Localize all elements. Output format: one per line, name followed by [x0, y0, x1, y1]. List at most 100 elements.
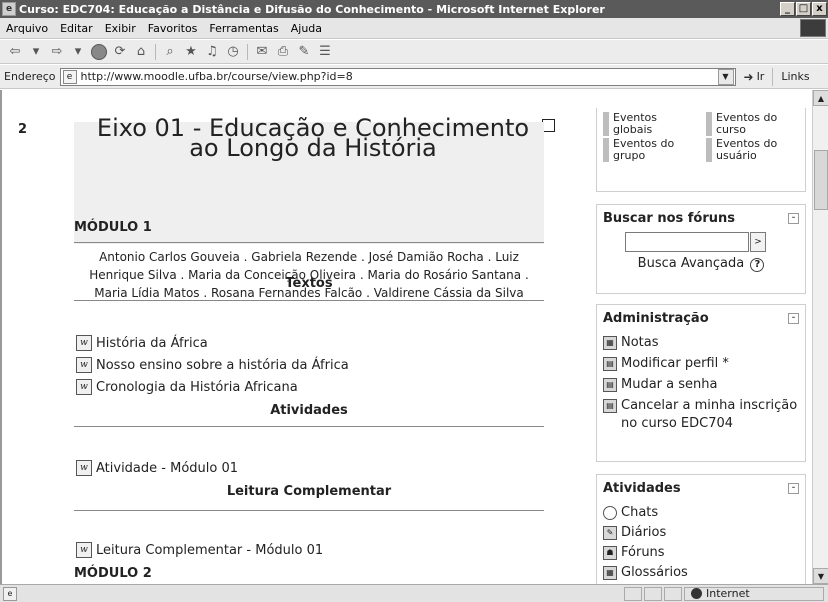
- list-item[interactable]: w Nosso ensino sobre a história da Áfric…: [76, 357, 349, 373]
- print-icon[interactable]: ⎙: [274, 43, 292, 61]
- address-dropdown-icon[interactable]: ▼: [717, 68, 734, 85]
- divider: [74, 426, 544, 427]
- search-icon[interactable]: ⌕: [161, 43, 179, 61]
- collapse-toggle-icon[interactable]: -: [788, 483, 799, 494]
- menu-ajuda[interactable]: Ajuda: [285, 22, 328, 35]
- activity-link-chats[interactable]: Chats: [621, 504, 658, 522]
- dropdown-arrow-icon[interactable]: ▾: [69, 43, 87, 61]
- scroll-up-icon[interactable]: ▲: [813, 90, 828, 106]
- admin-link-unenrol[interactable]: Cancelar a minha inscrição no curso EDC7…: [621, 397, 799, 433]
- security-zone: Internet: [684, 586, 824, 601]
- stop-icon[interactable]: [90, 43, 108, 61]
- block-title: Buscar nos fóruns: [603, 211, 736, 226]
- resource-link[interactable]: História da África: [96, 336, 208, 351]
- discuss-icon[interactable]: ☰: [316, 43, 334, 61]
- media-icon[interactable]: ♫: [203, 43, 221, 61]
- activity-link-foruns[interactable]: Fóruns: [621, 544, 665, 562]
- forum-search-block: Buscar nos fóruns - > Busca Avançada ?: [596, 204, 806, 294]
- globe-icon: [691, 588, 702, 599]
- collapse-toggle-icon[interactable]: -: [788, 313, 799, 324]
- resource-link[interactable]: Cronologia da História Africana: [96, 380, 298, 395]
- section-authors: Antonio Carlos Gouveia . Gabriela Rezend…: [89, 250, 529, 300]
- module-2-title: MÓDULO 2: [74, 566, 152, 581]
- atividades-heading: Atividades: [270, 403, 348, 418]
- history-icon[interactable]: ◷: [224, 43, 242, 61]
- resource-link[interactable]: Leitura Complementar - Módulo 01: [96, 543, 323, 558]
- mail-icon[interactable]: ✉: [253, 43, 271, 61]
- edit-icon[interactable]: ✎: [295, 43, 313, 61]
- list-item[interactable]: w Atividade - Módulo 01: [76, 460, 238, 476]
- address-url[interactable]: http://www.moodle.ufba.br/course/view.ph…: [81, 70, 718, 83]
- close-button[interactable]: x: [812, 2, 827, 16]
- menu-favoritos[interactable]: Favoritos: [142, 22, 204, 35]
- list-item[interactable]: ▦ Notas: [603, 334, 799, 352]
- status-cell: [644, 586, 662, 601]
- activity-link-diarios[interactable]: Diários: [621, 524, 666, 542]
- forward-icon[interactable]: ⇨: [48, 43, 66, 61]
- list-item[interactable]: ▤ Cancelar a minha inscrição no curso ED…: [603, 397, 799, 433]
- password-icon: ▤: [603, 378, 617, 392]
- word-document-icon: w: [76, 335, 92, 351]
- list-item[interactable]: ▤ Mudar a senha: [603, 376, 799, 394]
- dropdown-arrow-icon[interactable]: ▾: [27, 43, 45, 61]
- address-bar: Endereço e http://www.moodle.ufba.br/cou…: [0, 65, 828, 89]
- favorites-icon[interactable]: ★: [182, 43, 200, 61]
- page-icon: e: [62, 69, 77, 84]
- vertical-scrollbar[interactable]: ▲ ▼: [812, 90, 828, 584]
- divider: [74, 300, 544, 301]
- menu-ferramentas[interactable]: Ferramentas: [203, 22, 284, 35]
- section-heading: Eixo 01 - Educação e Conhecimento ao Lon…: [96, 114, 530, 162]
- list-item[interactable]: w Leitura Complementar - Módulo 01: [76, 542, 323, 558]
- advanced-search-link[interactable]: Busca Avançada: [638, 256, 745, 271]
- home-icon[interactable]: ⌂: [132, 43, 150, 61]
- admin-link-password[interactable]: Mudar a senha: [621, 376, 717, 394]
- glossary-icon: ▦: [603, 566, 617, 580]
- event-group-legend[interactable]: Eventos do grupo: [603, 138, 696, 162]
- list-item[interactable]: ▤ Modificar perfil *: [603, 355, 799, 373]
- event-user-legend[interactable]: Eventos do usuário: [706, 138, 799, 162]
- collapse-toggle-icon[interactable]: -: [788, 213, 799, 224]
- event-global-legend[interactable]: Eventos globais: [603, 112, 696, 136]
- maximize-button[interactable]: □: [796, 2, 811, 16]
- administration-block: Administração - ▦ Notas ▤ Modificar perf…: [596, 304, 806, 462]
- menu-arquivo[interactable]: Arquivo: [0, 22, 54, 35]
- journal-icon: ✎: [603, 526, 617, 540]
- admin-link-profile[interactable]: Modificar perfil *: [621, 355, 729, 373]
- activity-link-glossarios[interactable]: Glossários: [621, 564, 688, 582]
- resource-link[interactable]: Nosso ensino sobre a história da África: [96, 358, 349, 373]
- module-1-title: MÓDULO 1: [74, 220, 152, 235]
- list-item[interactable]: w História da África: [76, 335, 208, 351]
- block-title: Atividades: [603, 481, 681, 496]
- resource-link[interactable]: Atividade - Módulo 01: [96, 461, 238, 476]
- list-item[interactable]: w Cronologia da História Africana: [76, 379, 298, 395]
- forum-search-input[interactable]: [625, 232, 749, 252]
- address-field[interactable]: e http://www.moodle.ufba.br/course/view.…: [59, 67, 736, 86]
- refresh-icon[interactable]: ⟳: [111, 43, 129, 61]
- profile-icon: ▤: [603, 357, 617, 371]
- window-title: Curso: EDC704: Educação a Distância e Di…: [19, 2, 605, 16]
- zone-label: Internet: [706, 587, 750, 600]
- leitura-heading: Leitura Complementar: [226, 484, 392, 499]
- activities-block: Atividades - Chats ✎ Diários ☗ Fóruns ▦ …: [596, 474, 806, 584]
- list-item[interactable]: Chats: [603, 504, 799, 522]
- toolbar: ⇦ ▾ ⇨ ▾ ⟳ ⌂ ⌕ ★ ♫ ◷ ✉ ⎙ ✎ ☰: [0, 40, 828, 64]
- links-button[interactable]: Links: [772, 67, 810, 86]
- calendar-events-block: Eventos globais Eventos do curso Eventos…: [596, 108, 806, 192]
- scroll-down-icon[interactable]: ▼: [813, 568, 828, 584]
- list-item[interactable]: ▦ Glossários: [603, 564, 799, 582]
- menu-editar[interactable]: Editar: [54, 22, 99, 35]
- list-item[interactable]: ✎ Diários: [603, 524, 799, 542]
- word-document-icon: w: [76, 379, 92, 395]
- block-title: Administração: [603, 311, 709, 326]
- admin-link-notas[interactable]: Notas: [621, 334, 659, 352]
- grades-icon: ▦: [603, 336, 617, 350]
- event-course-legend[interactable]: Eventos do curso: [706, 112, 799, 136]
- menu-exibir[interactable]: Exibir: [99, 22, 142, 35]
- minimize-button[interactable]: _: [780, 2, 795, 16]
- forum-search-button[interactable]: >: [750, 232, 766, 252]
- scrollbar-thumb[interactable]: [814, 150, 828, 210]
- go-button[interactable]: ➜ Ir: [736, 70, 773, 84]
- list-item[interactable]: ☗ Fóruns: [603, 544, 799, 562]
- help-icon[interactable]: ?: [750, 257, 765, 272]
- back-icon[interactable]: ⇦: [6, 43, 24, 61]
